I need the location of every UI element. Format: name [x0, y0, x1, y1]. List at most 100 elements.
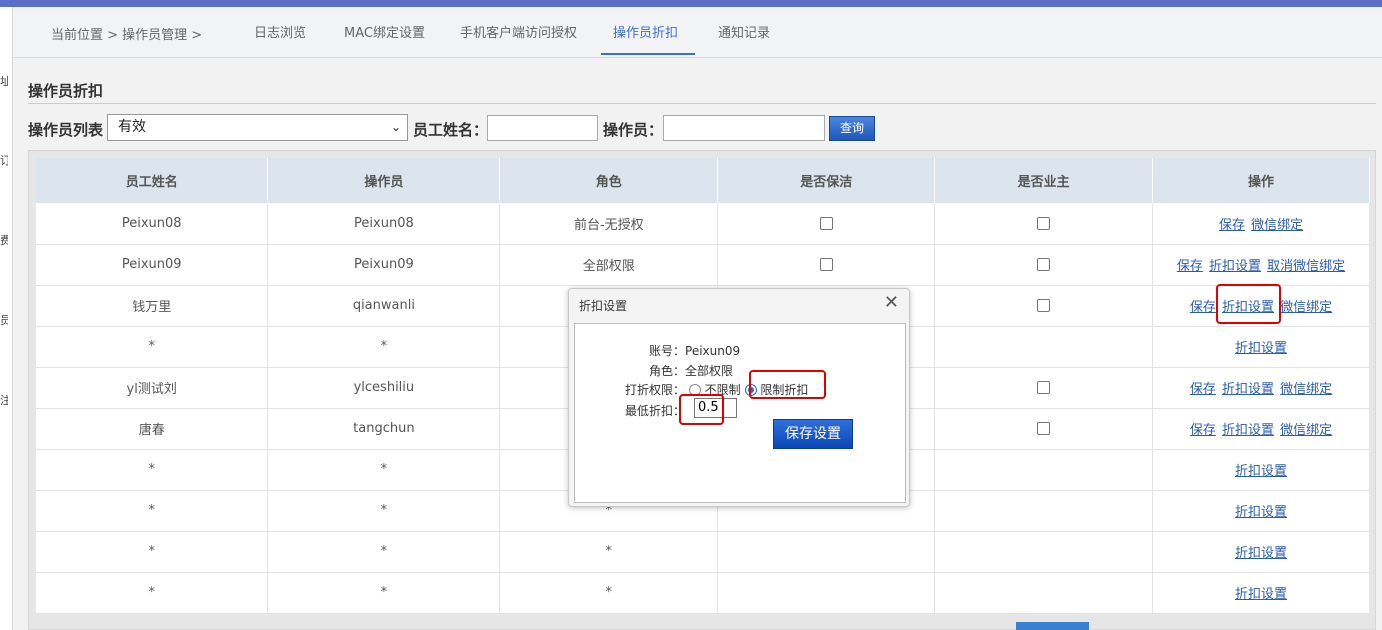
sidebar-char[interactable]: 员: [0, 312, 8, 328]
tabs-bar: 当前位置 > 操作员管理 > 日志浏览 MAC绑定设置 手机客户端访问授权 操作…: [13, 7, 1382, 58]
dialog-body: 账号：Peixun09 角色：全部权限 打折权限： 不限制 限制折扣 最低折扣：…: [574, 323, 906, 503]
cell-operator: ylceshiliu: [267, 367, 501, 409]
action-link[interactable]: 微信绑定: [1280, 382, 1332, 397]
action-link[interactable]: 保存: [1219, 218, 1245, 233]
action-link[interactable]: 微信绑定: [1251, 218, 1303, 233]
operator-input[interactable]: [663, 115, 825, 141]
save-settings-button[interactable]: 保存设置: [773, 419, 853, 449]
min-discount-input[interactable]: 0.5: [694, 398, 737, 418]
owner-checkbox[interactable]: [1037, 422, 1051, 435]
cell-name: 唐春: [36, 408, 269, 450]
operator-status-select[interactable]: 有效 ⌄: [107, 114, 408, 141]
cell-actions: 折扣设置: [1152, 326, 1370, 368]
cell-operator: *: [267, 449, 501, 491]
operator-list-label: 操作员列表: [28, 121, 104, 139]
cell-name: *: [36, 490, 269, 532]
cell-actions: 保存 微信绑定: [1152, 203, 1370, 245]
tab-log-browse[interactable]: 日志浏览: [254, 22, 306, 53]
owner-checkbox[interactable]: [1037, 216, 1051, 230]
cell-actions: 折扣设置: [1152, 572, 1370, 614]
sidebar-char[interactable]: 订: [0, 152, 8, 168]
cell-operator: *: [267, 326, 501, 368]
radio-limited-label[interactable]: 限制折扣: [760, 383, 808, 397]
role-value: 全部权限: [685, 364, 734, 378]
cleaner-checkbox[interactable]: [819, 216, 833, 230]
role-label: 角色：: [649, 364, 686, 378]
col-header-cleaner: 是否保洁: [717, 158, 936, 203]
owner-checkbox[interactable]: [1037, 299, 1051, 312]
action-link[interactable]: 折扣设置: [1235, 505, 1287, 520]
account-label: 账号：: [649, 344, 686, 358]
col-header-name: 员工姓名: [36, 158, 269, 203]
permission-label: 打折权限：: [625, 383, 686, 397]
action-link[interactable]: 折扣设置: [1235, 587, 1287, 602]
cell-actions: 保存 折扣设置 微信绑定: [1152, 285, 1370, 327]
action-link[interactable]: 保存: [1177, 259, 1203, 274]
sidebar-char[interactable]: 注: [0, 392, 8, 408]
cell-name: *: [36, 326, 269, 368]
cell-actions: 保存 折扣设置 微信绑定: [1152, 367, 1370, 409]
action-link[interactable]: 折扣设置: [1209, 259, 1261, 274]
owner-checkbox[interactable]: [1037, 381, 1051, 394]
cell-role: 全部权限: [499, 244, 719, 286]
radio-unlimited-label[interactable]: 不限制: [705, 383, 741, 397]
cell-name: Peixun08: [36, 203, 269, 245]
cell-operator: qianwanli: [267, 285, 501, 327]
sidebar-char[interactable]: 费: [0, 232, 8, 248]
cell-cleaner: [717, 572, 936, 614]
owner-checkbox[interactable]: [1037, 258, 1051, 271]
col-header-role: 角色: [499, 158, 719, 203]
col-header-owner: 是否业主: [934, 158, 1154, 203]
action-link[interactable]: 保存: [1190, 423, 1216, 438]
pager-total: [1016, 622, 1089, 630]
cleaner-checkbox[interactable]: [819, 258, 833, 271]
tab-operator-discount[interactable]: 操作员折扣: [601, 22, 696, 55]
table-header-row: 员工姓名 操作员 角色 是否保洁 是否业主 操作: [36, 158, 1370, 203]
action-link[interactable]: 折扣设置: [1222, 382, 1274, 397]
employee-name-label: 员工姓名：: [413, 121, 489, 139]
cell-owner: [934, 490, 1154, 532]
col-header-operator: 操作员: [267, 158, 501, 203]
breadcrumb: 当前位置 > 操作员管理 >: [51, 28, 203, 43]
operator-status-value: 有效: [118, 119, 146, 135]
tab-mobile-auth[interactable]: 手机客户端访问授权: [460, 22, 577, 53]
action-link[interactable]: 折扣设置: [1235, 546, 1287, 561]
action-link[interactable]: 微信绑定: [1280, 300, 1332, 315]
close-icon[interactable]: ✕: [884, 294, 899, 312]
cell-owner: [934, 572, 1154, 614]
account-row: 账号：Peixun09: [649, 342, 740, 359]
employee-name-input[interactable]: [487, 115, 598, 141]
cell-owner: [934, 449, 1154, 491]
action-link[interactable]: 折扣设置: [1235, 464, 1287, 479]
tab-mac-binding[interactable]: MAC绑定设置: [344, 22, 425, 53]
cell-name: Peixun09: [36, 244, 269, 286]
cell-actions: 折扣设置: [1152, 490, 1370, 532]
cell-cleaner: [717, 244, 936, 286]
action-link[interactable]: 保存: [1190, 382, 1216, 397]
table-row: Peixun08 Peixun08 前台-无授权 保存 微信绑定: [36, 203, 1370, 245]
action-link[interactable]: 折扣设置: [1222, 423, 1274, 438]
action-link[interactable]: 折扣设置: [1222, 300, 1274, 315]
sidebar-char[interactable]: 址: [0, 73, 8, 89]
cell-role: *: [499, 531, 719, 573]
cell-owner: [934, 285, 1154, 327]
discount-settings-dialog: 折扣设置 ✕ 账号：Peixun09 角色：全部权限 打折权限： 不限制 限制折…: [568, 288, 910, 507]
query-button[interactable]: 查询: [829, 116, 875, 141]
radio-limited[interactable]: [744, 384, 757, 396]
radio-unlimited[interactable]: [688, 384, 701, 396]
cell-owner: [934, 531, 1154, 573]
min-discount-label: 最低折扣：: [625, 404, 686, 418]
col-header-actions: 操作: [1152, 158, 1370, 203]
action-link[interactable]: 取消微信绑定: [1267, 259, 1345, 274]
cell-name: yl测试刘: [36, 367, 269, 409]
tab-notification-records[interactable]: 通知记录: [718, 22, 770, 53]
cell-owner: [934, 244, 1154, 286]
action-link[interactable]: 折扣设置: [1235, 341, 1287, 356]
cell-name: *: [36, 572, 269, 614]
action-link[interactable]: 微信绑定: [1280, 423, 1332, 438]
cell-name: *: [36, 449, 269, 491]
cell-actions: 折扣设置: [1152, 449, 1370, 491]
action-link[interactable]: 保存: [1190, 300, 1216, 315]
cell-name: 钱万里: [36, 285, 269, 327]
cell-owner: [934, 326, 1154, 368]
